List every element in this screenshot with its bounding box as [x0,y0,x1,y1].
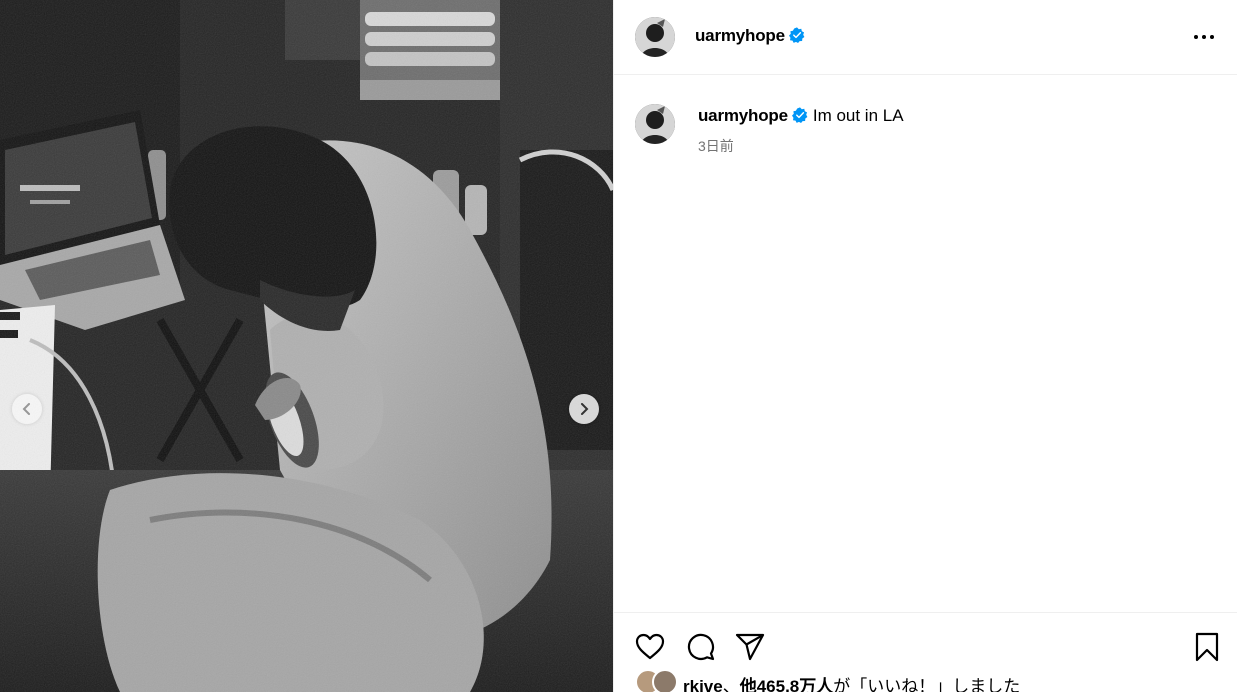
verified-badge-icon [791,107,808,123]
likes-count[interactable]: 他465.8万人 [740,677,834,692]
username-text[interactable]: uarmyhope [695,26,785,45]
next-slide-button[interactable] [569,394,599,424]
comment-icon [687,633,715,661]
likes-summary[interactable]: rkive、他465.8万人が「いいね！」しました [635,669,1235,692]
caption-username[interactable]: uarmyhope [698,106,788,125]
previous-slide-button[interactable] [12,394,42,424]
chevron-right-icon [581,403,589,415]
likes-text: rkive、他465.8万人が「いいね！」しました [683,672,1020,692]
caption-row: uarmyhope Im out in LA 3日前 [614,75,1237,185]
caption-text: Im out in LA [812,106,904,125]
post-header: uarmyhope [614,0,1237,75]
chevron-left-icon [22,403,30,415]
liker-username[interactable]: rkive [683,677,723,692]
save-button[interactable] [1191,631,1223,663]
bookmark-icon [1195,632,1219,662]
heart-icon [635,633,665,660]
post-side-panel: uarmyhope uarmyhope Im out in LA 3日前 rki… [613,0,1237,692]
share-button[interactable] [734,631,766,663]
caption: uarmyhope Im out in LA [698,106,904,126]
post-media[interactable] [0,0,613,692]
avatar[interactable] [635,104,675,144]
comment-button[interactable] [684,631,716,663]
avatar-image [635,104,675,144]
post-photo [0,0,613,692]
likes-suffix: が「いいね！」しました [833,677,1021,692]
more-options-icon[interactable] [1189,26,1219,48]
like-button[interactable] [634,631,666,663]
header-username[interactable]: uarmyhope [695,26,805,46]
avatar[interactable] [635,17,675,57]
avatar-image [635,17,675,57]
liker-avatar [652,669,678,692]
post-timestamp[interactable]: 3日前 [698,136,734,156]
send-icon [735,633,765,661]
verified-badge-icon [788,27,805,43]
